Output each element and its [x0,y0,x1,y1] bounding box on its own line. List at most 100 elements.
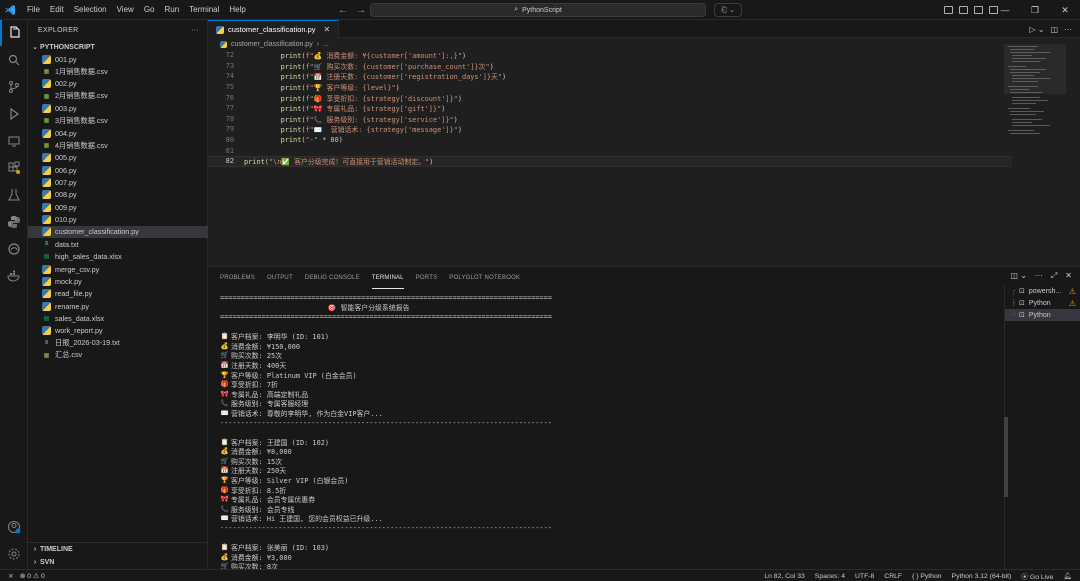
split-editor-icon[interactable]: ◫ [1050,25,1058,34]
file-item[interactable]: 005.py [28,152,208,164]
explorer-icon[interactable] [0,20,28,46]
code-line[interactable]: 81 [208,145,1008,156]
search-icon[interactable] [0,47,28,73]
file-item[interactable]: read_file.py [28,288,208,300]
python-icon[interactable] [0,209,28,235]
menu-item-selection[interactable]: Selection [69,0,112,20]
panel-tab-debug-console[interactable]: DEBUG CONSOLE [305,267,360,289]
run-file-icon[interactable]: ▷ ⌄ [1029,25,1044,34]
extensions-icon[interactable] [0,155,28,181]
code-line[interactable]: 73 print(f"🛒 购买次数: {customer['purchase_c… [208,61,1008,72]
file-item[interactable]: work_report.py [28,325,208,337]
forward-arrow-icon[interactable]: → [356,5,366,16]
remote-explorer-icon[interactable] [0,128,28,154]
testing-icon[interactable] [0,182,28,208]
settings-gear-icon[interactable] [0,541,28,567]
file-item[interactable]: 003.py [28,102,208,114]
toggle-sidebar-icon[interactable] [944,6,953,14]
workspace-folder-header[interactable]: ⌄ PYTHONSCRIPT [28,41,208,53]
end-of-line[interactable]: CRLF [884,573,902,580]
file-item[interactable]: ▦ 汇总.csv [28,349,208,361]
close-window-icon[interactable]: ✕ [1050,5,1080,16]
file-item[interactable]: merge_csv.py [28,263,208,275]
file-item[interactable]: ▦ 3月销售数据.csv [28,115,208,127]
file-item[interactable]: ≡ data.txt [28,238,208,250]
code-line[interactable]: 79 print(f"✉️ 营销话术: {strategy['message']… [208,124,1008,135]
run-debug-icon[interactable] [0,101,28,127]
more-actions-icon[interactable]: ··· [191,27,199,34]
panel-tab-ports[interactable]: PORTS [416,267,438,289]
minimize-icon[interactable]: — [990,5,1020,15]
file-item[interactable]: mock.py [28,275,208,287]
more-actions-icon[interactable]: ··· [1035,271,1043,281]
svn-section[interactable]: › SVN [28,556,208,569]
breadcrumb-symbol[interactable]: ... [323,41,329,48]
code-line[interactable]: 74 print(f"📅 注册天数: {customer['registrati… [208,71,1008,82]
file-item[interactable]: 001.py [28,53,208,65]
back-arrow-icon[interactable]: ← [338,5,348,16]
code-line[interactable]: 75 print(f"🏆 客户等级: {level}") [208,82,1008,93]
split-terminal-icon[interactable]: ◫ ⌄ [1010,271,1026,281]
menu-item-view[interactable]: View [112,0,139,20]
source-control-icon[interactable] [0,74,28,100]
notifications-bell-icon[interactable]: 🔔︎ [1063,572,1072,580]
file-item[interactable]: 008.py [28,189,208,201]
panel-tab-problems[interactable]: PROBLEMS [220,267,255,289]
terminal-instance[interactable]: ├ ⊡ Python ⚠ [1005,297,1080,309]
file-item[interactable]: ▤ sales_data.xlsx [28,312,208,324]
breadcrumb-file[interactable]: customer_classification.py [231,41,313,48]
file-item[interactable]: 007.py [28,176,208,188]
python-interpreter[interactable]: Python 3.12 (64-bit) [952,573,1012,580]
file-item[interactable]: 004.py [28,127,208,139]
file-item[interactable]: ▦ 2月销售数据.csv [28,90,208,102]
account-icon[interactable] [0,514,28,540]
terminal-instance[interactable]: ┌ ⊡ powersh... ⚠ [1005,285,1080,297]
language-mode[interactable]: { } Python [912,573,942,580]
file-item[interactable]: 010.py [28,213,208,225]
toggle-panel-icon[interactable] [959,6,968,14]
more-actions-icon[interactable]: ··· [1064,25,1072,34]
panel-tab-polyglot-notebook[interactable]: POLYGLOT NOTEBOOK [449,267,520,289]
panel-tab-output[interactable]: OUTPUT [267,267,293,289]
problems-indicator[interactable]: ⊗ 0 ⚠ 0 [20,572,45,580]
close-panel-icon[interactable]: ✕ [1065,271,1072,281]
code-line[interactable]: 72 print(f"💰 消费金额: ¥{customer['amount']:… [208,50,1008,61]
file-item[interactable]: ▤ high_sales_data.xlsx [28,251,208,263]
menu-item-edit[interactable]: Edit [45,0,69,20]
file-item[interactable]: 006.py [28,164,208,176]
menu-item-terminal[interactable]: Terminal [184,0,224,20]
indentation[interactable]: Spaces: 4 [815,573,845,580]
restore-icon[interactable]: ❐ [1020,5,1050,16]
code-line[interactable]: 76 print(f"🎁 享受折扣: {strategy['discount']… [208,92,1008,103]
close-tab-icon[interactable]: ✕ [324,25,331,34]
code-editor[interactable]: 72 print(f"💰 消费金额: ¥{customer['amount']:… [208,50,1012,167]
file-item[interactable]: customer_classification.py [28,225,208,239]
maximize-panel-icon[interactable]: ⤢ [1051,271,1057,281]
file-item[interactable]: ▦ 4月销售数据.csv [28,139,208,151]
menu-item-go[interactable]: Go [139,0,160,20]
terminal-scrollbar[interactable] [1004,417,1008,497]
file-item[interactable]: rename.py [28,300,208,312]
file-item[interactable]: 002.py [28,78,208,90]
file-item[interactable]: ≡ 日报_2026-03-19.txt [28,337,208,349]
menu-item-run[interactable]: Run [159,0,184,20]
docker-icon[interactable] [0,263,28,289]
go-live-button[interactable]: ⦿ Go Live [1021,571,1053,581]
timeline-section[interactable]: › TIMELINE [28,543,208,556]
remote-icon[interactable]: ⨯ [8,572,14,580]
command-center-search[interactable]: ⌕ PythonScript [370,3,706,17]
file-item[interactable]: 009.py [28,201,208,213]
menu-item-help[interactable]: Help [224,0,250,20]
copilot-button[interactable]: ⎗ ⌄ [714,3,742,17]
encoding[interactable]: UTF-8 [855,573,874,580]
code-line[interactable]: 80 print("-" * 80) [208,135,1008,146]
panel-tab-terminal[interactable]: TERMINAL [371,267,404,289]
code-line[interactable]: 82 print("\n✅ 客户分级完成！可直接用于营销活动制定。") [208,155,1012,167]
cursor-position[interactable]: Ln 82, Col 33 [764,573,804,580]
editor-tab[interactable]: customer_classification.py ✕ [208,20,340,38]
minimap-slider[interactable] [1004,44,1066,94]
file-item[interactable]: ▦ 1月销售数据.csv [28,65,208,77]
edge-browser-icon[interactable] [0,236,28,262]
code-line[interactable]: 78 print(f"📞 服务级别: {strategy['service']}… [208,114,1008,125]
terminal-output[interactable]: ========================================… [208,293,1004,570]
